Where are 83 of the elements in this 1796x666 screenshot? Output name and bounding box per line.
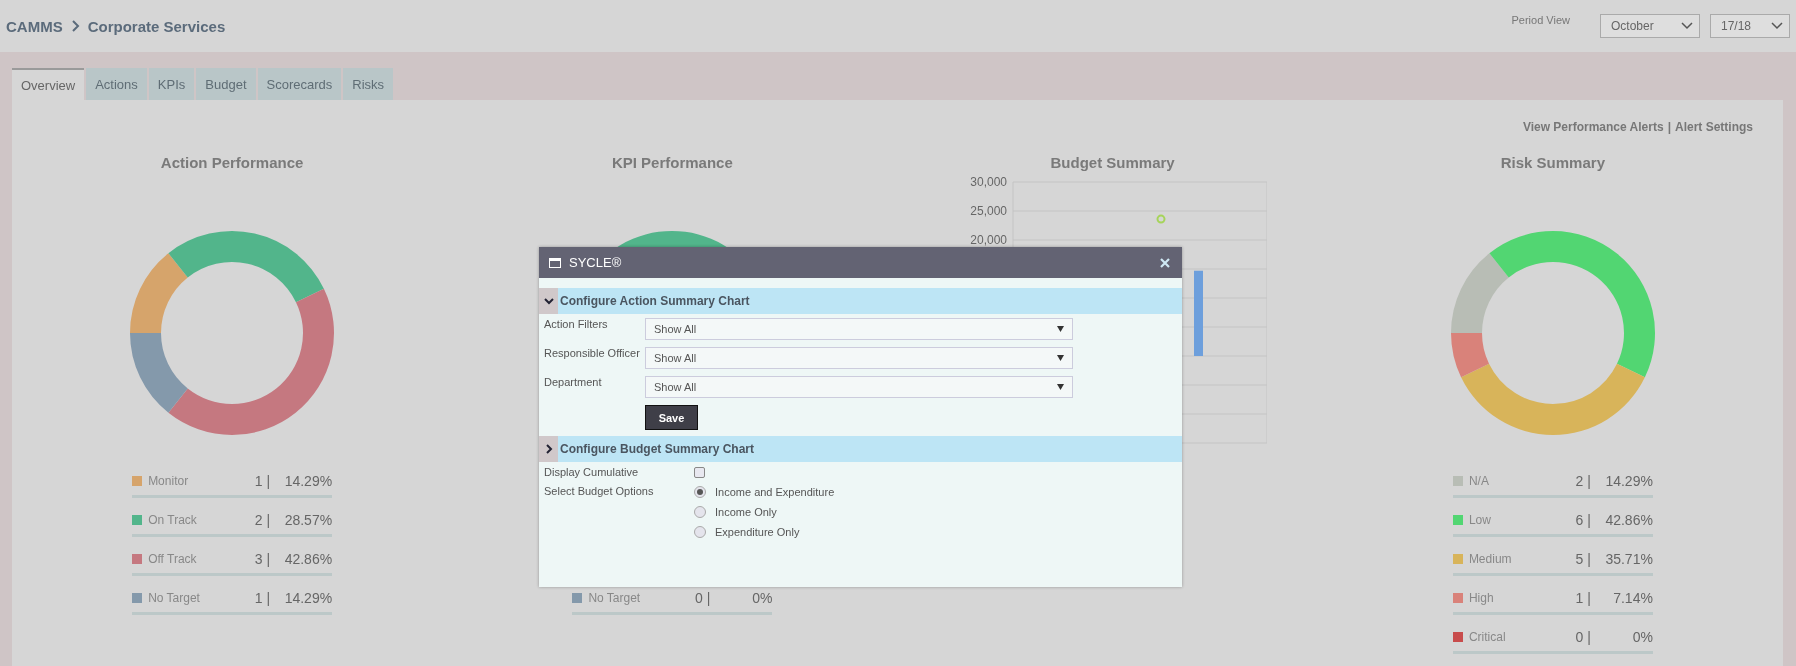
legend-label: Low (1468, 512, 1492, 527)
radio-option[interactable]: Income and Expenditure (694, 486, 835, 498)
chevron-down-icon (1681, 22, 1693, 30)
window-icon (549, 257, 561, 268)
field-label: Select Budget Options (544, 485, 655, 497)
select-field[interactable]: Show All (645, 318, 1073, 340)
month-select[interactable]: October (1600, 14, 1700, 38)
toggle-button[interactable] (539, 436, 558, 462)
radio-button[interactable] (694, 506, 706, 518)
legend-count: 6 | (1575, 511, 1591, 528)
caret-icon (1057, 355, 1064, 361)
legend-count: 1 | (254, 472, 271, 489)
legend-count: 0 | (1575, 628, 1591, 645)
legend-percent: 42.86% (283, 550, 333, 567)
axis-tick-label: 25,000 (969, 204, 1007, 218)
tab[interactable]: Scorecards (257, 68, 342, 100)
radio-option[interactable]: Expenditure Only (694, 526, 835, 538)
legend-percent: 35.71% (1604, 550, 1653, 567)
legend-count: 5 | (1575, 550, 1591, 567)
year-select[interactable]: 17/18 (1710, 14, 1790, 38)
breadcrumb-root[interactable]: CAMMS (6, 17, 63, 35)
tab[interactable]: Overview (12, 68, 85, 100)
separator: | (1667, 120, 1671, 136)
legend-label: No Target (588, 590, 642, 605)
legend-percent: 7.14% (1612, 589, 1653, 606)
field-label: Display Cumulative (544, 466, 640, 478)
axis-tick-label: 20,000 (969, 233, 1007, 247)
legend-count: 1 | (254, 589, 271, 606)
settings-link[interactable]: Alert Settings (1675, 120, 1753, 140)
period-label: Period View (1511, 14, 1570, 26)
legend-label: High (1468, 590, 1495, 605)
tab[interactable]: Actions (86, 68, 147, 100)
chart-title: Risk Summary (1500, 154, 1605, 173)
select-field[interactable]: Show All (645, 347, 1073, 369)
axis-tick-label: 30,000 (969, 176, 1007, 189)
field-label: Department (544, 376, 603, 388)
chevron-down-icon (1771, 22, 1783, 30)
legend-label: No Target (148, 590, 201, 605)
field-label: Action Filters (544, 318, 609, 330)
caret-icon (1057, 326, 1064, 332)
legend-label: Critical (1468, 629, 1507, 644)
legend-count: 3 | (254, 550, 271, 567)
legend-label: Monitor (148, 473, 190, 488)
chart-title: Action Performance (160, 154, 304, 173)
section-title: Configure Action Summary Chart (560, 294, 750, 308)
legend-label: Medium (1468, 551, 1513, 566)
legend-percent: 14.29% (283, 472, 333, 489)
save-button[interactable]: Save (645, 405, 698, 430)
radio-option[interactable]: Income Only (694, 506, 835, 518)
legend-percent: 14.29% (1604, 472, 1653, 489)
select-field[interactable]: Show All (645, 376, 1073, 398)
chevron-down-icon (543, 296, 554, 306)
breadcrumb-current: Corporate Services (87, 17, 226, 35)
field-label: Responsible Officer (544, 347, 641, 359)
legend-count: 1 | (1575, 589, 1591, 606)
caret-icon (1057, 384, 1064, 390)
toggle-button[interactable] (539, 288, 558, 314)
legend-percent: 42.86% (1604, 511, 1653, 528)
legend-label: On Track (148, 512, 198, 527)
chevron-icon (70, 20, 80, 32)
legend-percent: 14.29% (283, 589, 333, 606)
radio-button[interactable] (694, 526, 706, 538)
data-point (1156, 214, 1166, 224)
tab[interactable]: KPIs (148, 68, 195, 100)
legend-percent: 28.57% (283, 511, 333, 528)
legend-percent: 0% (751, 589, 773, 606)
legend-label: Off Track (148, 551, 198, 566)
legend-percent: 0% (1631, 628, 1653, 645)
section-title: Configure Budget Summary Chart (560, 442, 754, 456)
legend-label: N/A (1468, 473, 1490, 488)
alerts-link[interactable]: View Performance Alerts (1522, 120, 1664, 140)
checkbox[interactable] (694, 467, 705, 478)
legend-count: 2 | (254, 511, 271, 528)
radio-button[interactable] (694, 486, 706, 498)
chevron-right-icon (543, 444, 554, 454)
close-button[interactable] (1158, 255, 1172, 270)
legend-count: 2 | (1575, 472, 1591, 489)
dialog-title: SYCLE® (569, 255, 623, 270)
tab[interactable]: Risks (343, 68, 394, 100)
legend-count: 0 | (695, 589, 711, 606)
chart-title: Budget Summary (1050, 154, 1175, 173)
tab[interactable]: Budget (196, 68, 256, 100)
chart-title: KPI Performance (611, 154, 733, 173)
